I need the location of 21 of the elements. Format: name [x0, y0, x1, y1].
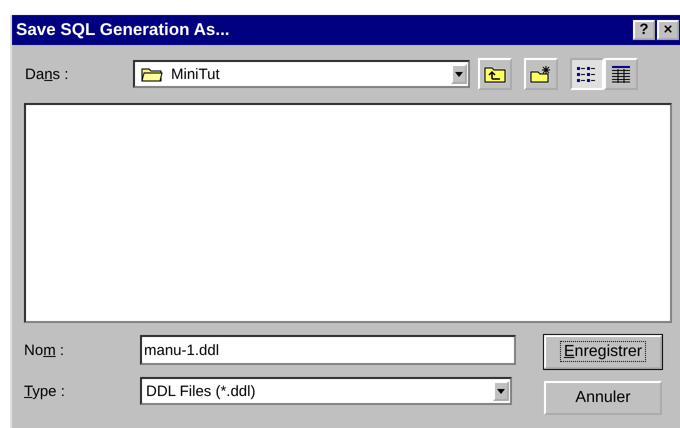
file-name-label: Nom :	[24, 342, 66, 358]
details-view-icon	[610, 65, 632, 83]
save-button[interactable]: Enregistrer	[544, 335, 662, 369]
list-view-icon	[576, 65, 598, 83]
look-in-label: Dans :	[25, 66, 70, 82]
file-type-label: Type :	[24, 382, 66, 400]
cancel-button[interactable]: Annuler	[544, 381, 662, 415]
file-type-dropdown[interactable]: DDL Files (*.ddl)	[140, 377, 512, 405]
folder-icon	[141, 66, 163, 82]
window-title: Save SQL Generation As...	[16, 20, 230, 40]
folder-sparkle-icon	[530, 65, 552, 83]
help-button[interactable]: ?	[633, 20, 655, 40]
file-list[interactable]	[24, 103, 672, 323]
file-name-field[interactable]: manu-1.ddl	[140, 335, 516, 365]
list-view-button[interactable]	[570, 58, 604, 90]
new-folder-button[interactable]	[524, 58, 558, 90]
up-folder-button[interactable]	[478, 58, 512, 90]
look-in-dropdown[interactable]: MiniTut	[133, 60, 470, 88]
folder-up-arrow-icon	[484, 65, 506, 83]
close-button[interactable]: ×	[657, 20, 679, 40]
details-view-button[interactable]	[604, 58, 638, 90]
